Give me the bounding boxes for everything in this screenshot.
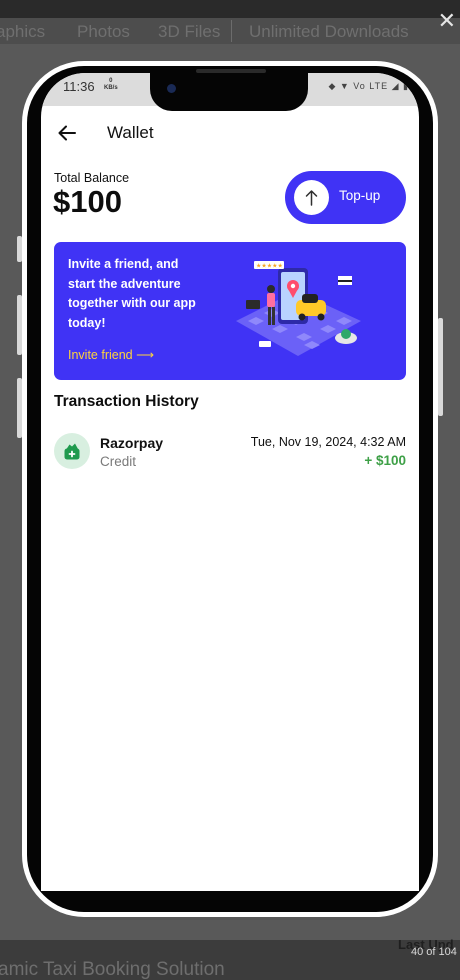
transaction-date: Tue, Nov 19, 2024, 4:32 AM (250, 435, 406, 449)
taxi-illustration: ★★★★★ (236, 261, 361, 356)
transaction-row[interactable]: Razorpay Credit Tue, Nov 19, 2024, 4:32 … (54, 431, 406, 473)
tab-photos[interactable]: Photos (77, 22, 130, 42)
app-screen: 11:36 0 KB/s ◆ ▼ Vo LTE ◢ ▮ Wallet Total… (41, 73, 419, 891)
project-title: amic Taxi Booking Solution (0, 959, 225, 980)
invite-banner: Invite a friend, and start the adventure… (54, 242, 406, 380)
invite-friend-link[interactable]: Invite friend ⟶ (68, 347, 154, 362)
network-speed-value: 0 (109, 78, 113, 84)
front-camera (167, 84, 176, 93)
page-title: Wallet (107, 123, 154, 142)
wallet-icon (64, 443, 80, 460)
total-balance-label: Total Balance (54, 171, 130, 185)
tab-3d-files[interactable]: 3D Files (158, 22, 220, 42)
top-up-button[interactable]: Top-up (285, 171, 406, 224)
total-balance-amount: $100 (53, 184, 122, 219)
close-icon[interactable]: ✕ (438, 10, 456, 32)
network-speed-unit: KB/s (104, 85, 118, 91)
network-speed: 0 KB/s (104, 78, 118, 92)
phone-speaker (196, 69, 266, 73)
browser-top-bar (0, 0, 460, 18)
transaction-icon-badge (54, 433, 90, 469)
svg-text:★★★★★: ★★★★★ (256, 263, 283, 270)
status-time: 11:36 (63, 79, 95, 94)
tab-unlimited-downloads[interactable]: Unlimited Downloads (249, 22, 409, 42)
status-icons: ◆ ▼ Vo LTE ◢ ▮ (328, 81, 409, 91)
power-button (438, 318, 443, 416)
transaction-name: Razorpay (100, 435, 164, 451)
tab-graphics[interactable]: aphics (0, 22, 45, 42)
top-up-label: Top-up (339, 188, 381, 203)
invite-message: Invite a friend, and start the adventure… (68, 257, 196, 330)
image-pager: 40 of 104 (411, 946, 457, 958)
transaction-history-title: Transaction History (54, 393, 199, 410)
tab-divider (231, 20, 232, 42)
transaction-type: Credit (100, 454, 137, 469)
arrow-left-icon[interactable] (55, 121, 79, 145)
arrow-up-icon-circle (294, 180, 329, 215)
arrow-up-icon (305, 190, 318, 206)
category-tabs: aphics Photos 3D Files Unlimited Downloa… (0, 18, 460, 44)
transaction-amount: + $100 (364, 453, 406, 468)
